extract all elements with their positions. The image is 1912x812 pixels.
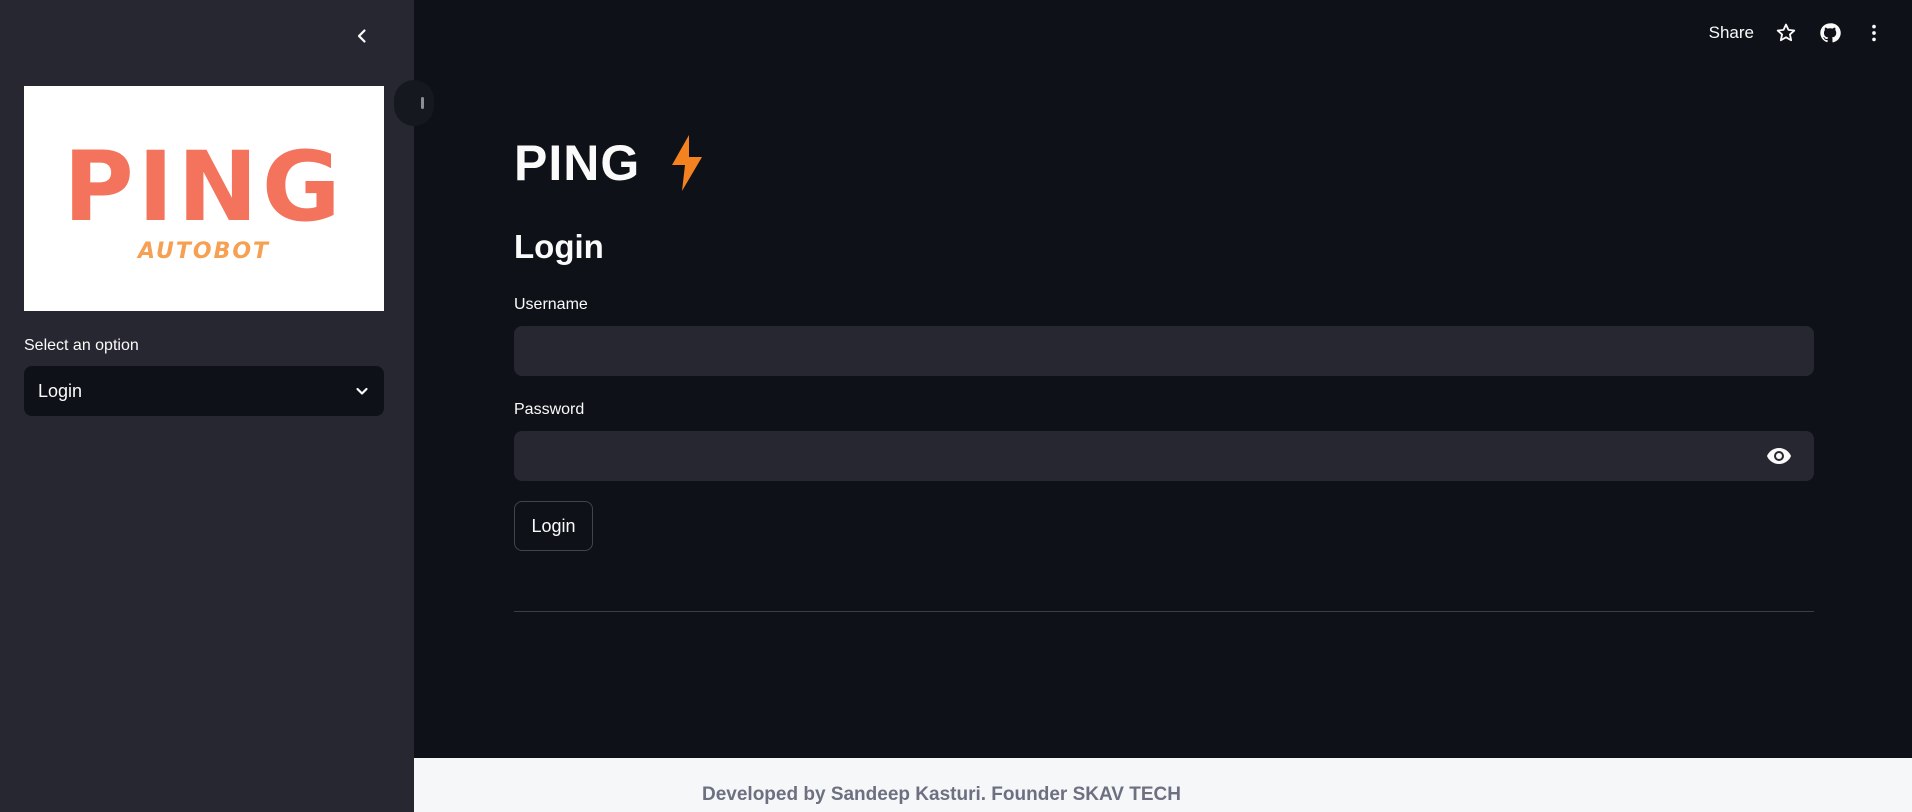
eye-icon: [1767, 448, 1791, 464]
logo-subtitle: AUTOBOT: [137, 239, 271, 264]
page-title-row: PING: [514, 134, 704, 192]
show-password-button[interactable]: [1760, 431, 1798, 481]
username-input[interactable]: [514, 326, 1814, 376]
select-label: Select an option: [24, 337, 139, 354]
sidebar: PING AUTOBOT Select an option Login: [0, 0, 414, 812]
footer: Developed by Sandeep Kasturi. Founder SK…: [414, 758, 1912, 812]
header-toolbar: Share: [1709, 18, 1886, 48]
chevron-left-icon: [357, 29, 366, 43]
section-title: Login: [514, 228, 604, 265]
password-label: Password: [514, 401, 585, 418]
github-icon[interactable]: [1818, 21, 1842, 45]
sidebar-logo: PING AUTOBOT: [24, 86, 384, 311]
option-select[interactable]: Login: [24, 366, 384, 416]
chevron-down-icon: [356, 387, 368, 395]
more-vertical-icon[interactable]: [1862, 21, 1886, 45]
divider: [514, 611, 1814, 612]
password-input[interactable]: [514, 431, 1814, 481]
login-button[interactable]: Login: [514, 501, 593, 551]
username-label: Username: [514, 296, 588, 313]
lightning-bolt-icon: [672, 135, 703, 191]
footer-credit: Developed by Sandeep Kasturi. Founder SK…: [702, 784, 1181, 805]
logo-title: PING: [63, 131, 345, 243]
share-button[interactable]: Share: [1709, 23, 1754, 43]
page-title: PING: [514, 135, 641, 191]
app-root: PING AUTOBOT Select an option Login Shar…: [0, 0, 1912, 812]
collapse-sidebar-button[interactable]: [346, 20, 378, 52]
star-icon[interactable]: [1774, 21, 1798, 45]
option-select-value: Login: [38, 380, 83, 401]
sidebar-resize-handle[interactable]: [394, 80, 434, 126]
